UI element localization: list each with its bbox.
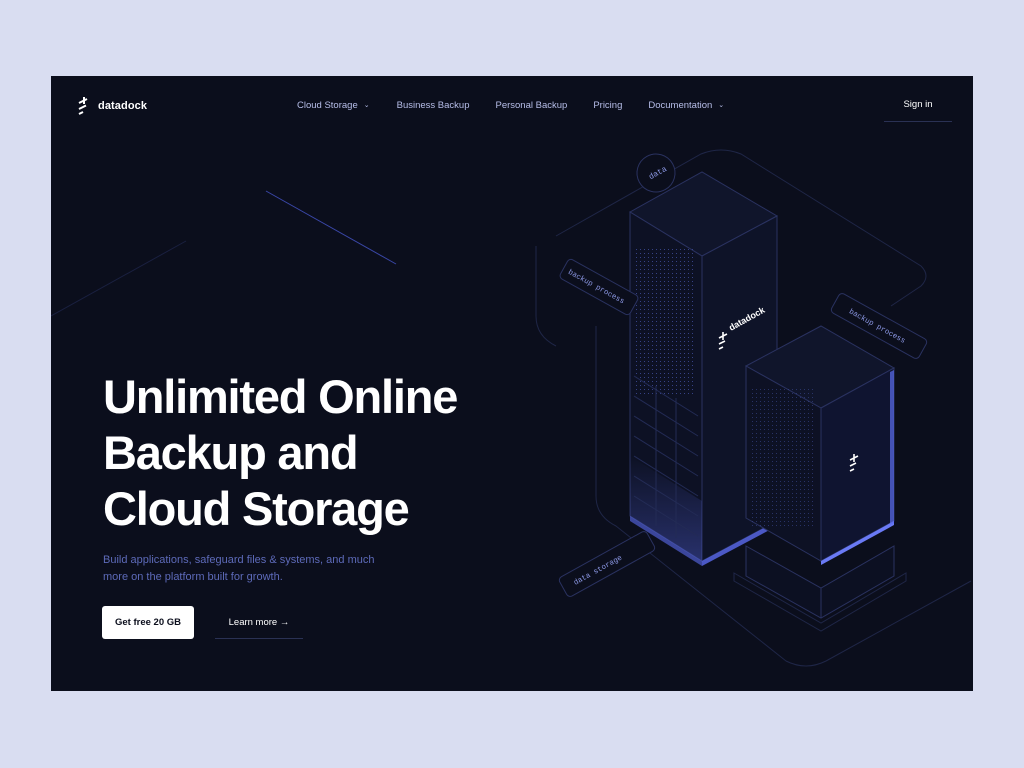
headline-line: Backup and	[103, 426, 359, 479]
short-server	[733, 325, 907, 632]
main-nav: Cloud Storage ⌄ Business Backup Personal…	[297, 100, 724, 111]
nav-pricing[interactable]: Pricing	[593, 100, 622, 111]
chevron-down-icon: ⌄	[363, 101, 370, 109]
tag-backup-left: backup process	[559, 258, 639, 316]
nav-label: Pricing	[593, 100, 623, 111]
hero-frame: datadock data backup process backup proc…	[51, 76, 973, 691]
nav-cloud-storage[interactable]: Cloud Storage ⌄	[297, 100, 370, 111]
brand-logo[interactable]: datadock	[76, 96, 147, 116]
datadock-logo-icon	[76, 96, 90, 116]
learn-more-link[interactable]: Learn more →	[215, 608, 303, 639]
nav-personal-backup[interactable]: Personal Backup	[495, 100, 567, 111]
chevron-down-icon: ⌄	[718, 101, 725, 109]
nav-documentation[interactable]: Documentation ⌄	[648, 100, 724, 111]
get-free-storage-button[interactable]: Get free 20 GB	[102, 606, 194, 639]
decor-line	[265, 190, 397, 265]
headline-line: Cloud Storage	[103, 482, 410, 535]
nav-label: Cloud Storage	[297, 100, 358, 111]
nav-label: Personal Backup	[495, 100, 568, 111]
hero-headline: Unlimited Online Backup and Cloud Storag…	[103, 369, 458, 537]
nav-label: Business Backup	[396, 100, 470, 111]
brand-name: datadock	[98, 100, 148, 112]
hero-subtext: Build applications, safeguard files & sy…	[103, 554, 375, 583]
tag-data-storage: data storage	[558, 531, 656, 597]
headline-line: Unlimited Online	[103, 370, 458, 423]
decor-line	[51, 240, 187, 317]
nav-label: Documentation	[648, 100, 713, 111]
nav-business-backup[interactable]: Business Backup	[397, 100, 470, 111]
sign-in-link[interactable]: Sign in	[884, 94, 952, 122]
